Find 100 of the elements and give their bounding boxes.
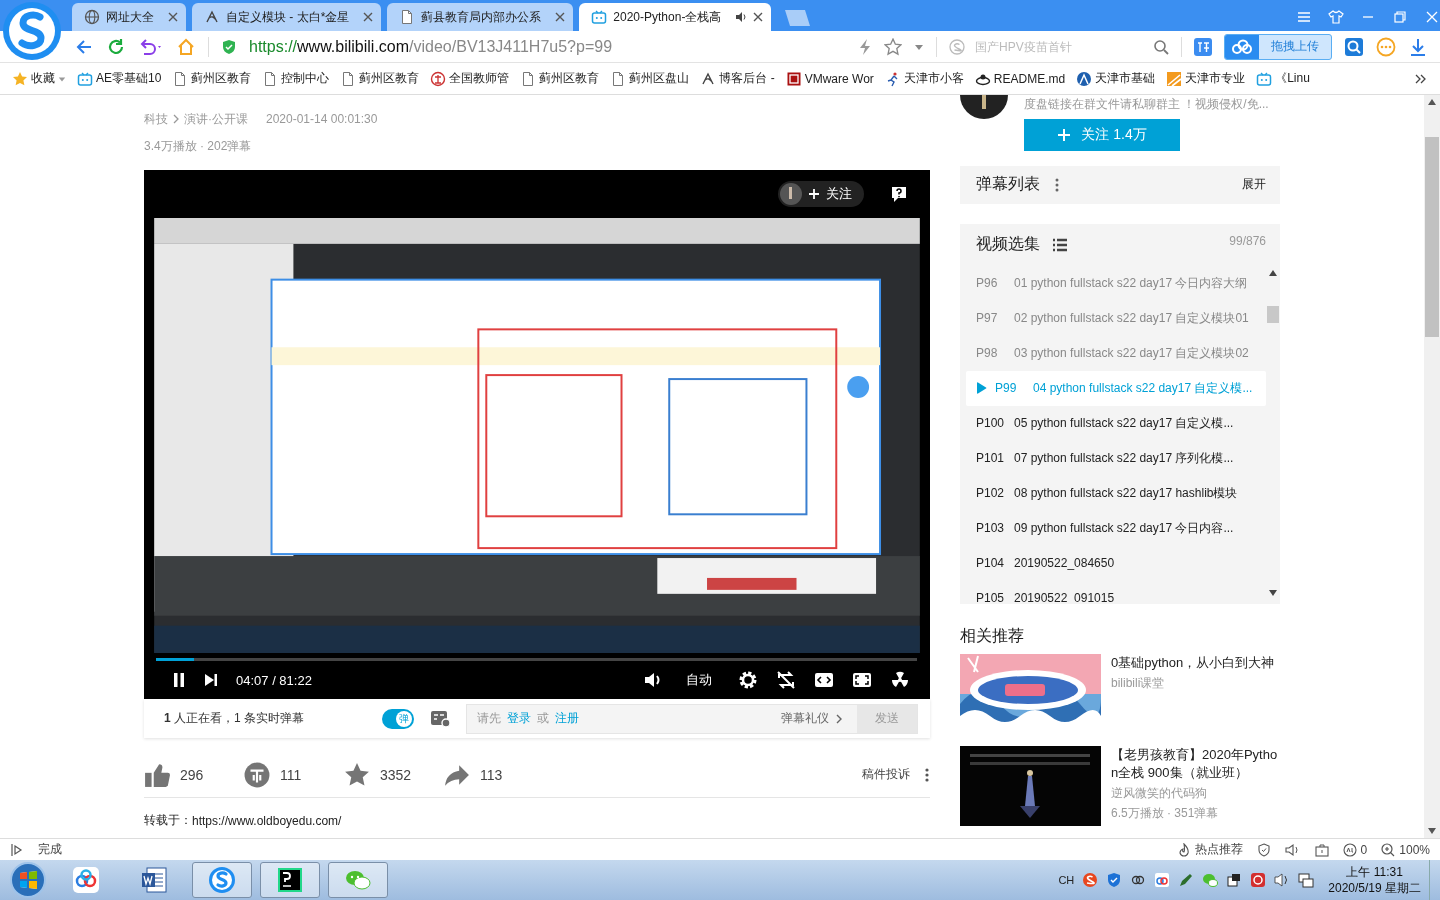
widescreen-icon[interactable] (814, 671, 834, 690)
close-icon[interactable] (363, 12, 374, 22)
speaker-icon[interactable] (1284, 842, 1301, 857)
bookmark[interactable]: VMware Wor (785, 70, 874, 87)
translate-icon[interactable] (1194, 37, 1212, 56)
star-icon (12, 70, 28, 87)
scrollbar-thumb[interactable] (1267, 305, 1279, 323)
speaker-icon[interactable] (735, 11, 748, 23)
close-icon[interactable] (1424, 9, 1440, 25)
search-icon[interactable] (1153, 38, 1169, 55)
star-icon[interactable] (344, 761, 370, 788)
clock[interactable]: 上午 11:31 2020/5/19 星期二 (1328, 864, 1421, 896)
help-icon[interactable] (890, 184, 908, 203)
language-indicator[interactable]: CH (1058, 874, 1075, 886)
danmaku-settings-icon[interactable] (430, 708, 452, 729)
bookmark[interactable]: 博客后台 - (700, 70, 775, 87)
code-editor-app-icon (275, 865, 305, 895)
browser-tab[interactable]: 2020-Python-全栈高 (579, 3, 772, 31)
episode-item[interactable]: P101 07 python fullstack s22 day17 序列化模... (966, 440, 1266, 476)
more-icon[interactable] (1054, 176, 1060, 193)
page-scrollbar[interactable] (1424, 95, 1440, 838)
loop-off-icon[interactable] (776, 670, 796, 691)
browser-tab[interactable]: 网址大全 (72, 3, 186, 31)
bookmark[interactable]: 蓟州区教育 (340, 70, 420, 87)
hot-news-button[interactable]: 热点推荐 (1176, 841, 1243, 858)
search-field[interactable]: 国产HPV疫苗首针 (973, 38, 1145, 55)
browser-tab[interactable]: 蓟县教育局内部办公系 (387, 3, 574, 31)
list-icon (1052, 237, 1068, 252)
ime-icon[interactable] (1082, 872, 1099, 888)
lightning-icon[interactable] (858, 37, 872, 56)
coin-icon[interactable] (244, 761, 270, 788)
bookmark[interactable]: 全国教师管 (430, 70, 510, 87)
repost-label: 转载于： (144, 812, 192, 830)
video-title-link[interactable]: 0基础python，从小白到大神 (1111, 654, 1275, 672)
etiquette-link[interactable]: 弹幕礼仪 (781, 710, 829, 728)
antivirus-icon[interactable] (1250, 872, 1267, 888)
next-icon[interactable] (204, 673, 218, 688)
sidebar-toggle-icon[interactable] (10, 842, 24, 857)
bookmark[interactable]: 控制中心 (262, 70, 330, 87)
chat-icon[interactable] (1202, 872, 1219, 888)
bookmark[interactable]: AE零基础10 (77, 70, 162, 87)
episode-item[interactable]: P103 09 python fullstack s22 day17 今日内容... (966, 510, 1266, 546)
shield-icon[interactable] (1106, 872, 1123, 888)
bookmark[interactable]: 天津市小客 (884, 70, 964, 87)
url-field[interactable]: https://www.bilibili.com/video/BV13J411H7u5?p=99 (249, 37, 846, 56)
ad-block-button[interactable]: 0 (1342, 842, 1368, 857)
shirt-icon[interactable] (1328, 9, 1344, 25)
briefcase-icon[interactable] (1314, 842, 1329, 857)
start-button[interactable] (8, 860, 48, 900)
bookmark[interactable]: 蓟州区教育 (520, 70, 600, 87)
bookmark[interactable]: 《Linu (1256, 70, 1310, 87)
download-icon[interactable] (1408, 36, 1428, 57)
progress-bar[interactable] (156, 658, 917, 662)
browser-logo[interactable] (0, 0, 64, 62)
more-icon[interactable] (924, 766, 930, 783)
quality-button[interactable]: 自动 (686, 671, 712, 690)
browser-tab[interactable]: 自定义模块 - 太白*金星 (192, 3, 382, 31)
episode-item[interactable]: P100 05 python fullstack s22 day17 自定义模... (966, 405, 1266, 441)
up-arrow-icon[interactable] (1428, 99, 1436, 105)
settings-icon[interactable] (738, 670, 758, 691)
down-arrow-icon[interactable] (1428, 828, 1436, 834)
close-icon[interactable] (168, 12, 178, 22)
follow-button[interactable]: 关注 (778, 180, 864, 207)
network-icon[interactable] (1298, 872, 1315, 888)
repost-link[interactable]: https://www.oldboyedu.com/ (192, 813, 342, 828)
report-link[interactable]: 稿件投诉 (862, 766, 910, 784)
episode-item[interactable]: P104 20190522_084650 (966, 545, 1266, 581)
close-icon[interactable] (753, 12, 764, 22)
menu-icon[interactable] (1296, 9, 1312, 25)
zoom-button[interactable]: 100% (1381, 842, 1430, 857)
restore-icon[interactable] (1392, 9, 1408, 25)
bookmark[interactable]: 收藏 (12, 70, 66, 87)
expand-link[interactable]: 展开 (1242, 176, 1266, 194)
episode-item[interactable]: P102 08 python fullstack s22 day17 hashlib模块 (966, 475, 1266, 511)
close-icon[interactable] (555, 12, 566, 22)
bookmark[interactable]: 天津市基础 (1076, 70, 1156, 87)
episode-item[interactable]: P105 20190522_091015 (966, 580, 1266, 604)
up-arrow-icon[interactable] (1269, 269, 1277, 276)
pen-icon[interactable] (1178, 872, 1195, 888)
fullscreen-icon[interactable] (852, 671, 872, 690)
pause-icon[interactable] (172, 672, 186, 689)
video-title-link[interactable]: 【老男孩教育】2020年Python全栈 900集（就业班） (1111, 746, 1280, 782)
magnifier-icon[interactable] (1344, 36, 1364, 57)
window-icon[interactable] (1226, 872, 1243, 888)
star-icon[interactable] (884, 37, 902, 56)
tab-title: 网址大全 (106, 8, 154, 26)
taskbar-button[interactable] (260, 862, 320, 898)
danmaku-input[interactable]: 请先 登录 或 注册 弹幕礼仪 发送 (466, 703, 918, 734)
vm-icon (785, 70, 802, 87)
thumbs-up-icon[interactable] (144, 761, 170, 788)
bookmark[interactable]: 蓟州区盘山 (610, 70, 690, 87)
scrollbar-thumb[interactable] (1425, 137, 1439, 337)
refresh-icon[interactable] (106, 36, 126, 57)
bookmark[interactable]: 蓟州区教育 (172, 70, 252, 87)
bookmark[interactable]: 天津市专业 (1166, 70, 1246, 87)
avatar-icon (780, 182, 802, 205)
shield-icon[interactable] (1256, 842, 1271, 857)
bookmark[interactable]: README.md (974, 70, 1066, 87)
down-arrow-icon[interactable] (1269, 589, 1277, 596)
undo-icon[interactable] (138, 36, 164, 57)
